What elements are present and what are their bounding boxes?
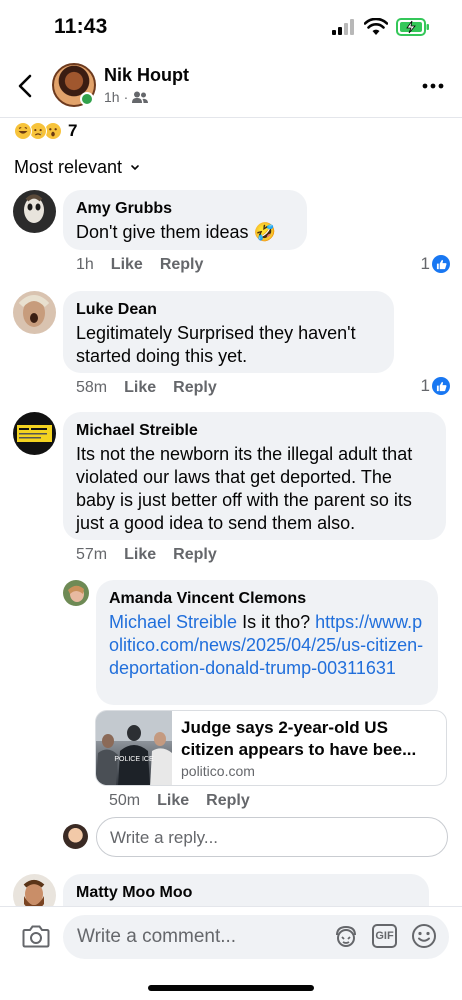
commenter-name[interactable]: Michael Streible bbox=[76, 421, 434, 441]
status-icons bbox=[332, 18, 430, 36]
avatar-sticker-icon[interactable] bbox=[333, 925, 359, 949]
commenter-avatar[interactable] bbox=[63, 580, 89, 606]
more-options-icon[interactable] bbox=[422, 74, 444, 98]
commenter-avatar[interactable] bbox=[13, 190, 56, 233]
reply-actions: 50m Like Reply bbox=[109, 792, 250, 810]
camera-icon[interactable] bbox=[22, 923, 50, 949]
reply-button[interactable]: Reply bbox=[173, 546, 217, 564]
commenter-name[interactable]: Luke Dean bbox=[76, 300, 382, 320]
author-name[interactable]: Nik Houpt bbox=[104, 65, 189, 86]
commenter-name[interactable]: Amy Grubbs bbox=[76, 199, 295, 219]
comment-actions: 58m Like Reply bbox=[76, 379, 217, 397]
reply-input[interactable]: Write a reply... bbox=[96, 817, 448, 857]
status-time: 11:43 bbox=[54, 15, 108, 38]
commenter-name[interactable]: Matty Moo Moo bbox=[76, 883, 417, 903]
online-status-dot bbox=[80, 92, 94, 106]
like-button[interactable]: Like bbox=[157, 792, 189, 810]
current-user-avatar bbox=[63, 824, 88, 849]
thumbs-up-icon bbox=[432, 255, 450, 273]
thumbs-up-icon bbox=[432, 377, 450, 395]
like-button[interactable]: Like bbox=[111, 256, 143, 274]
reply-text: Is it tho? bbox=[237, 612, 316, 632]
comment-text: Michael Streible Is it tho? https://www.… bbox=[109, 611, 426, 680]
post-meta: 1h · bbox=[104, 89, 149, 105]
comment-text: Its not the newborn its the illegal adul… bbox=[76, 444, 413, 533]
post-header: Nik Houpt 1h · bbox=[0, 56, 462, 118]
comment-composer: Write a comment... GIF bbox=[0, 906, 462, 966]
like-count-number: 1 bbox=[420, 254, 430, 273]
sort-label: Most relevant bbox=[14, 157, 123, 177]
back-arrow-icon[interactable] bbox=[14, 72, 38, 100]
comment-like-count[interactable]: 1 bbox=[421, 376, 450, 396]
link-preview-title: Judge says 2-year-old US citizen appears… bbox=[181, 718, 417, 759]
reply-button[interactable]: Reply bbox=[173, 379, 217, 397]
comment-like-count[interactable]: 1 bbox=[421, 254, 450, 274]
link-preview-card[interactable]: POLICE ICE Judge says 2-year-old US citi… bbox=[95, 710, 447, 786]
commenter-avatar[interactable] bbox=[13, 291, 56, 334]
wifi-icon bbox=[364, 18, 388, 35]
comment-bubble: Amy Grubbs Don't give them ideas 🤣 bbox=[63, 190, 307, 250]
thumb-police-text: POLICE ICE bbox=[114, 756, 154, 763]
comment-time: 58m bbox=[76, 379, 108, 396]
comment-bubble: Michael Streible Its not the newborn its… bbox=[63, 412, 446, 540]
like-count-number: 1 bbox=[420, 376, 430, 395]
like-button[interactable]: Like bbox=[124, 546, 156, 564]
like-button[interactable]: Like bbox=[124, 379, 156, 397]
link-preview-thumbnail: POLICE ICE bbox=[96, 711, 172, 785]
reaction-count: 7 bbox=[68, 121, 78, 140]
post-time: 1h bbox=[104, 89, 120, 105]
gif-button[interactable]: GIF bbox=[372, 924, 397, 948]
link-preview-domain: politico.com bbox=[181, 763, 255, 779]
comment-time: 57m bbox=[76, 546, 108, 563]
comment-actions: 57m Like Reply bbox=[76, 546, 217, 564]
commenter-avatar[interactable] bbox=[13, 412, 56, 455]
comment-sort-dropdown[interactable]: Most relevant bbox=[14, 157, 140, 178]
signal-icon bbox=[332, 19, 354, 35]
emoji-icon[interactable] bbox=[411, 923, 437, 949]
battery-charging-icon bbox=[396, 18, 429, 36]
comment-time: 1h bbox=[76, 256, 94, 273]
laugh-emoji-icon bbox=[14, 122, 32, 140]
chevron-down-icon bbox=[131, 164, 139, 170]
comment-time: 50m bbox=[109, 792, 141, 809]
separator-dot: · bbox=[123, 89, 129, 105]
comment-bubble: Luke Dean Legitimately Surprised they ha… bbox=[63, 291, 394, 373]
home-indicator bbox=[148, 985, 314, 991]
reply-button[interactable]: Reply bbox=[160, 256, 204, 274]
comment-text: Don't give them ideas 🤣 bbox=[76, 222, 276, 242]
comment-text: Legitimately Surprised they haven't star… bbox=[76, 323, 356, 366]
status-bar: 11:43 bbox=[0, 0, 462, 56]
reply-button[interactable]: Reply bbox=[206, 792, 250, 810]
comment-actions: 1h Like Reply bbox=[76, 256, 203, 274]
mention-link[interactable]: Michael Streible bbox=[109, 612, 237, 632]
reply-bubble: Amanda Vincent Clemons Michael Streible … bbox=[96, 580, 438, 705]
friends-icon bbox=[132, 91, 149, 103]
commenter-name[interactable]: Amanda Vincent Clemons bbox=[109, 589, 426, 609]
reactions-summary[interactable]: 7 bbox=[14, 121, 77, 141]
